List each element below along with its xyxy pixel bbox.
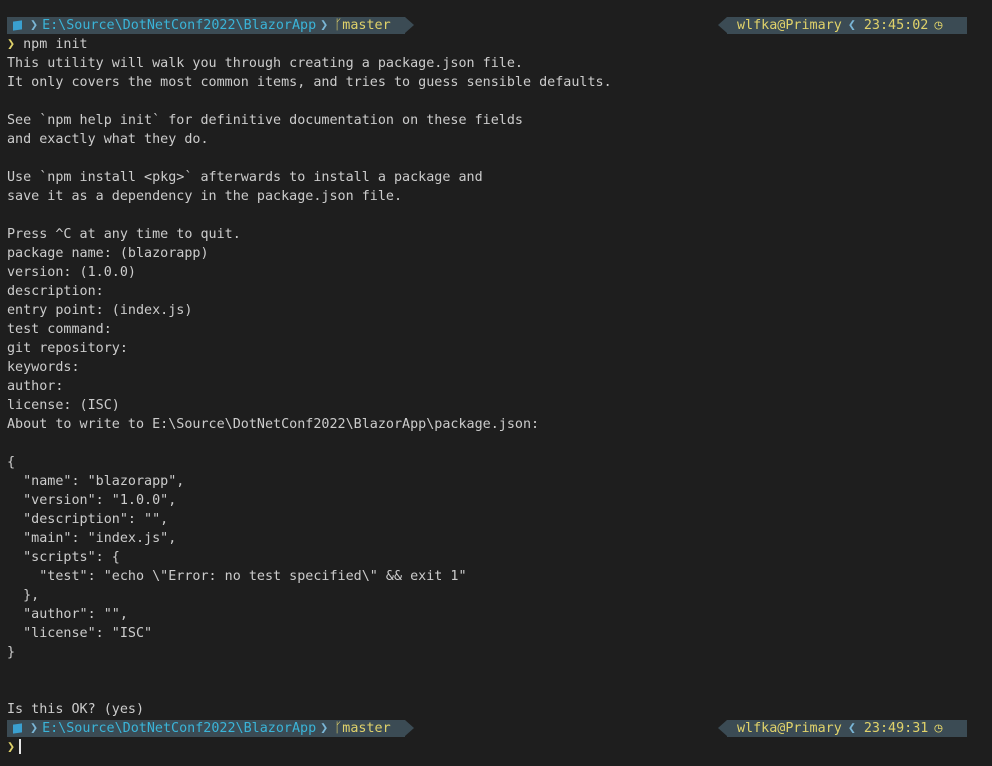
output-line: Is this OK? (yes) xyxy=(7,702,145,717)
output-line: Press ^C at any time to quit. xyxy=(7,227,241,242)
prompt-user: wlfka@Primary xyxy=(737,18,842,33)
output-line: git repository: xyxy=(7,341,128,356)
chevron-right-icon: ❯ xyxy=(320,18,329,33)
output-line: "author": "", xyxy=(7,607,128,622)
chevron-right-icon: ❯ xyxy=(30,18,39,33)
windows-icon xyxy=(13,20,22,31)
output-line: Use `npm install <pkg>` afterwards to in… xyxy=(7,170,483,185)
prompt-bar: ❯ E:\Source\DotNetConf2022\BlazorApp ❯ ᚴmas… xyxy=(0,719,992,738)
output-line: version: (1.0.0) xyxy=(7,265,136,280)
output-line: This utility will walk you through creat… xyxy=(7,56,523,71)
output-line: "license": "ISC" xyxy=(7,626,153,641)
prompt-path: E:\Source\DotNetConf2022\BlazorApp xyxy=(42,18,317,33)
git-branch: master xyxy=(342,18,391,33)
output-line: { xyxy=(7,455,16,470)
output-line: "test": "echo \"Error: no test specified… xyxy=(7,569,467,584)
output-line: keywords: xyxy=(7,360,80,375)
prompt-user: wlfka@Primary xyxy=(737,721,842,736)
output-line: "main": "index.js", xyxy=(7,531,177,546)
output-line: description: xyxy=(7,284,104,299)
git-branch: master xyxy=(342,721,391,736)
chevron-right-icon: ❯ xyxy=(30,721,39,736)
output-line: About to write to E:\Source\DotNetConf20… xyxy=(7,417,540,432)
prompt-path-segment: ❯ E:\Source\DotNetConf2022\BlazorApp ❯ ᚴmas… xyxy=(7,720,414,737)
prompt-path: E:\Source\DotNetConf2022\BlazorApp xyxy=(42,721,317,736)
output-line: author: xyxy=(7,379,64,394)
clock-icon: ◷ xyxy=(934,18,943,33)
clock-icon: ◷ xyxy=(934,721,943,736)
prompt-time: 23:49:31 xyxy=(863,721,929,736)
output-line: entry point: (index.js) xyxy=(7,303,193,318)
prompt-bar: ❯ E:\Source\DotNetConf2022\BlazorApp ❯ ᚴmas… xyxy=(0,16,992,35)
output-line: package name: (blazorapp) xyxy=(7,246,209,261)
chevron-left-icon: ❮ xyxy=(847,18,856,33)
prompt-status-segment: wlfka@Primary ❮ 23:49:31 ◷ xyxy=(718,720,967,737)
output-line: "description": "", xyxy=(7,512,169,527)
output-line: test command: xyxy=(7,322,112,337)
chevron-right-icon: ❯ xyxy=(320,721,329,736)
chevron-left-icon: ❮ xyxy=(847,721,856,736)
input-line[interactable]: ❯ xyxy=(0,738,992,757)
command-output: This utility will walk you through creat… xyxy=(0,54,992,719)
output-line: save it as a dependency in the package.j… xyxy=(7,189,403,204)
git-branch-icon: ᚴ xyxy=(334,721,343,736)
windows-icon xyxy=(13,723,22,734)
output-line: } xyxy=(7,645,16,660)
command-line: ❯ npm init xyxy=(0,35,992,54)
output-line: "version": "1.0.0", xyxy=(7,493,177,508)
output-line: It only covers the most common items, an… xyxy=(7,75,612,90)
output-line: license: (ISC) xyxy=(7,398,120,413)
prompt-path-segment: ❯ E:\Source\DotNetConf2022\BlazorApp ❯ ᚴmas… xyxy=(7,17,414,34)
output-line: and exactly what they do. xyxy=(7,132,209,147)
git-branch-icon: ᚴ xyxy=(334,18,343,33)
command-text: npm init xyxy=(23,37,88,52)
output-line: "name": "blazorapp", xyxy=(7,474,185,489)
output-line: "scripts": { xyxy=(7,550,120,565)
prompt-status-segment: wlfka@Primary ❮ 23:45:02 ◷ xyxy=(718,17,967,34)
prompt-time: 23:45:02 xyxy=(863,18,929,33)
output-line: See `npm help init` for definitive docum… xyxy=(7,113,523,128)
terminal[interactable]: ❯ E:\Source\DotNetConf2022\BlazorApp ❯ ᚴmas… xyxy=(0,16,992,757)
output-line: }, xyxy=(7,588,40,603)
